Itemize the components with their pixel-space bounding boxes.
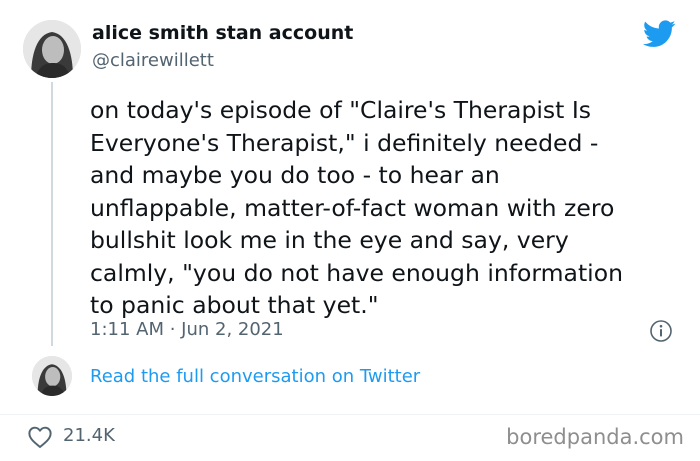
- read-conversation-link[interactable]: Read the full conversation on Twitter: [90, 366, 420, 387]
- thread-line: [51, 82, 53, 346]
- info-icon[interactable]: [649, 319, 673, 343]
- author-display-name[interactable]: alice smith stan account: [92, 22, 353, 44]
- like-count: 21.4K: [63, 425, 115, 446]
- watermark: boredpanda.com: [506, 425, 684, 449]
- avatar[interactable]: [23, 20, 81, 78]
- tweet-timestamp[interactable]: 1:11 AM · Jun 2, 2021: [90, 319, 284, 340]
- divider: [0, 414, 700, 415]
- tweet-text: on today's episode of "Claire's Therapis…: [90, 96, 623, 319]
- twitter-bird-icon[interactable]: [643, 20, 676, 48]
- heart-icon[interactable]: [27, 425, 53, 449]
- author-handle[interactable]: @clairewillett: [92, 50, 214, 71]
- conversation-avatar[interactable]: [32, 356, 72, 396]
